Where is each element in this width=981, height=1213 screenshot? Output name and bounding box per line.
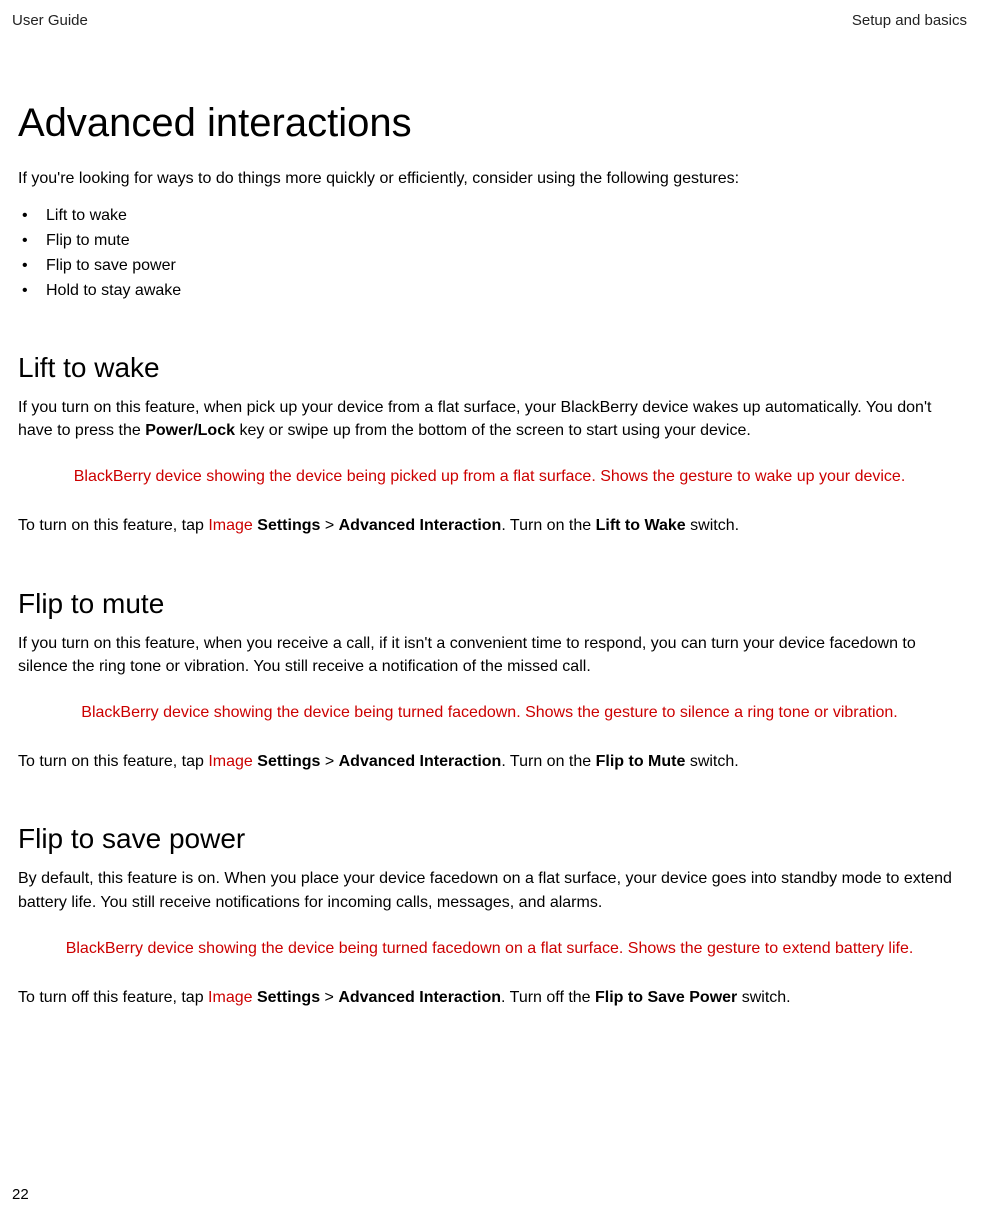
- settings-icon: Image: [208, 753, 257, 770]
- instr-fragment: >: [320, 753, 338, 770]
- instr-bold: Advanced Interaction: [339, 517, 502, 534]
- instr-fragment: . Turn on the: [501, 517, 595, 534]
- section-heading-flip-to-mute: Flip to mute: [18, 588, 961, 620]
- instr-fragment: switch.: [737, 989, 790, 1006]
- instr-fragment: To turn on this feature, tap: [18, 517, 208, 534]
- body-text-fragment: By default, this feature is on. When you…: [18, 870, 952, 910]
- instr-bold: Flip to Save Power: [595, 989, 737, 1006]
- section-body: If you turn on this feature, when you re…: [18, 632, 961, 678]
- section-body: By default, this feature is on. When you…: [18, 867, 961, 913]
- gesture-list: Lift to wake Flip to mute Flip to save p…: [18, 204, 961, 303]
- page-title: Advanced interactions: [18, 101, 961, 146]
- settings-icon: Image: [208, 517, 257, 534]
- page-number: 22: [12, 1186, 29, 1203]
- instr-bold: Lift to Wake: [596, 517, 686, 534]
- image-caption: BlackBerry device showing the device bei…: [18, 466, 961, 488]
- instruction-text: To turn off this feature, tap Image Sett…: [18, 986, 961, 1009]
- instr-bold: Settings: [257, 517, 320, 534]
- instr-fragment: . Turn on the: [501, 753, 595, 770]
- instr-bold: Advanced Interaction: [338, 989, 501, 1006]
- instr-fragment: To turn off this feature, tap: [18, 989, 208, 1006]
- instr-bold: Flip to Mute: [596, 753, 686, 770]
- instr-fragment: >: [320, 517, 338, 534]
- content-area: Advanced interactions If you're looking …: [12, 101, 967, 1009]
- header-right: Setup and basics: [852, 12, 967, 29]
- instr-fragment: To turn on this feature, tap: [18, 753, 208, 770]
- body-text-fragment: If you turn on this feature, when you re…: [18, 635, 916, 675]
- instr-fragment: switch.: [685, 753, 738, 770]
- section-body: If you turn on this feature, when pick u…: [18, 396, 961, 442]
- instr-bold: Settings: [257, 753, 320, 770]
- body-text-fragment: key or swipe up from the bottom of the s…: [235, 422, 751, 439]
- instr-bold: Settings: [257, 989, 320, 1006]
- list-item: Flip to mute: [18, 229, 961, 254]
- page-header: User Guide Setup and basics: [12, 12, 967, 29]
- section-heading-flip-to-save-power: Flip to save power: [18, 823, 961, 855]
- instr-fragment: >: [320, 989, 338, 1006]
- intro-text: If you're looking for ways to do things …: [18, 168, 961, 190]
- body-text-bold: Power/Lock: [145, 422, 235, 439]
- instr-bold: Advanced Interaction: [339, 753, 502, 770]
- list-item: Hold to stay awake: [18, 279, 961, 304]
- image-caption: BlackBerry device showing the device bei…: [18, 702, 961, 724]
- header-left: User Guide: [12, 12, 88, 29]
- instr-fragment: . Turn off the: [501, 989, 595, 1006]
- instruction-text: To turn on this feature, tap Image Setti…: [18, 514, 961, 537]
- list-item: Lift to wake: [18, 204, 961, 229]
- settings-icon: Image: [208, 989, 257, 1006]
- instr-fragment: switch.: [686, 517, 739, 534]
- list-item: Flip to save power: [18, 254, 961, 279]
- instruction-text: To turn on this feature, tap Image Setti…: [18, 750, 961, 773]
- image-caption: BlackBerry device showing the device bei…: [18, 938, 961, 960]
- section-heading-lift-to-wake: Lift to wake: [18, 352, 961, 384]
